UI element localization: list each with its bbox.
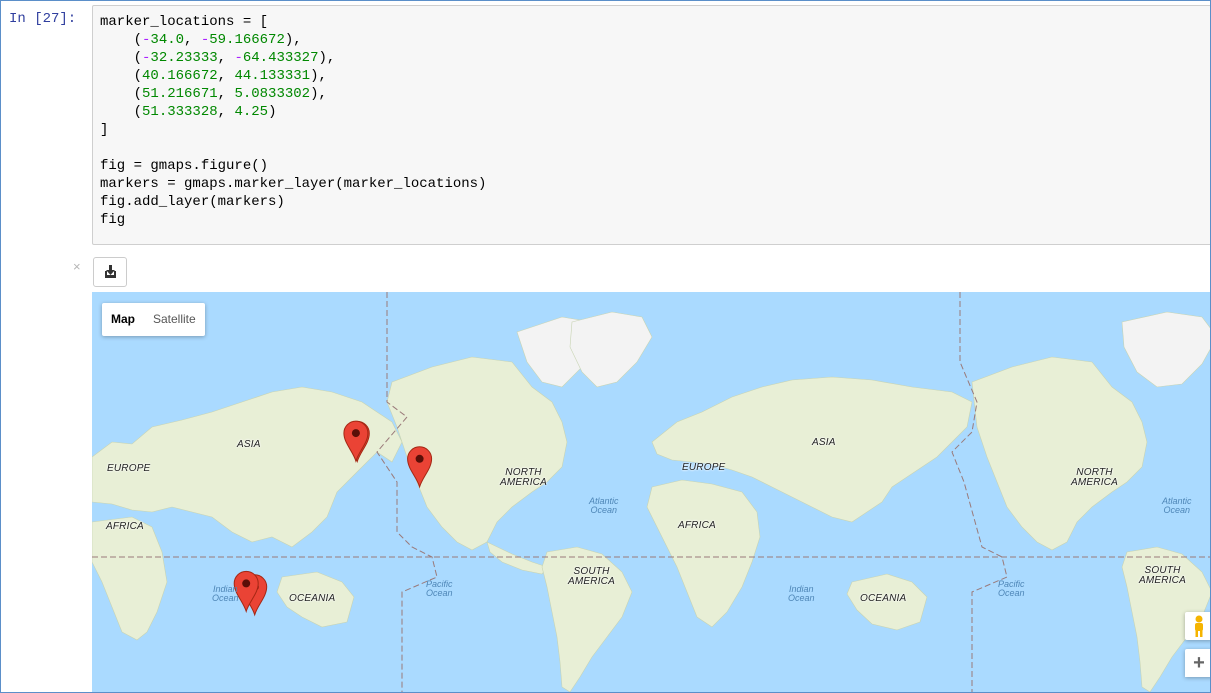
- land-greenland: [569, 311, 653, 388]
- pegman-icon: [1195, 615, 1203, 637]
- land-north-america-right: [971, 356, 1148, 551]
- label-indian-ocean-2: Ocean: [788, 593, 815, 603]
- label-europe: EUROPE: [682, 462, 726, 473]
- label-pacific-ocean-left-2: Ocean: [426, 588, 453, 598]
- label-europe-left: EUROPE: [107, 463, 151, 474]
- label-atlantic-ocean-right-2: Ocean: [1163, 505, 1191, 515]
- map-type-satellite-button[interactable]: Satellite: [144, 303, 205, 336]
- label-oceania-left: OCEANIA: [289, 593, 336, 604]
- land-africa: [646, 479, 761, 628]
- street-view-pegman-button[interactable]: [1185, 612, 1210, 640]
- map-canvas[interactable]: [92, 292, 1211, 693]
- label-asia: ASIA: [812, 437, 836, 448]
- input-prompt: In [27]:: [9, 11, 77, 27]
- label-indian-ocean-left-2: Ocean: [212, 593, 239, 603]
- land-greenland-right: [1121, 311, 1210, 388]
- label-indian-ocean-left: Indian Ocean: [212, 585, 239, 603]
- download-icon: [105, 265, 116, 278]
- label-atlantic-ocean-right: Atlantic Ocean: [1162, 497, 1192, 515]
- map-widget[interactable]: Map Satellite EUROPE ASIA AFRICA OCEANIA…: [92, 292, 1211, 693]
- notebook-cell[interactable]: In [27]: marker_locations = [ (-34.0, -5…: [0, 0, 1211, 693]
- map-marker-dot: [242, 579, 251, 588]
- label-africa: AFRICA: [678, 520, 716, 531]
- map-type-control[interactable]: Map Satellite: [102, 303, 205, 336]
- label-north-america-right-line2: AMERICA: [1071, 477, 1118, 488]
- label-pacific-ocean-left: Pacific Ocean: [426, 580, 453, 598]
- label-atlantic-ocean: Atlantic Ocean: [589, 497, 619, 515]
- label-south-america-right-line2: AMERICA: [1139, 575, 1186, 586]
- land-africa-left: [92, 516, 168, 641]
- code-editor[interactable]: marker_locations = [ (-34.0, -59.166672)…: [92, 5, 1210, 245]
- map-marker-dot: [351, 429, 360, 438]
- label-north-america-line2: AMERICA: [500, 477, 547, 488]
- land-central-america: [486, 541, 548, 575]
- label-asia-left: ASIA: [237, 439, 261, 450]
- label-oceania: OCEANIA: [860, 593, 907, 604]
- label-africa-left: AFRICA: [106, 521, 144, 532]
- label-north-america: NORTH AMERICA: [500, 468, 547, 488]
- close-output-icon[interactable]: ×: [73, 259, 81, 274]
- label-atlantic-ocean-2: Ocean: [590, 505, 618, 515]
- label-indian-ocean: Indian Ocean: [788, 585, 815, 603]
- label-pacific-ocean-2: Ocean: [998, 588, 1025, 598]
- zoom-in-button[interactable]: +: [1185, 649, 1210, 677]
- label-south-america-right: SOUTH AMERICA: [1139, 566, 1186, 586]
- code-text[interactable]: marker_locations = [ (-34.0, -59.166672)…: [93, 6, 1210, 229]
- map-marker-dot: [415, 454, 424, 463]
- download-button[interactable]: [93, 257, 127, 287]
- map-type-map-button[interactable]: Map: [102, 303, 144, 336]
- label-south-america-line2: AMERICA: [568, 576, 615, 587]
- label-north-america-right: NORTH AMERICA: [1071, 468, 1118, 488]
- label-south-america: SOUTH AMERICA: [568, 567, 615, 587]
- label-pacific-ocean: Pacific Ocean: [998, 580, 1025, 598]
